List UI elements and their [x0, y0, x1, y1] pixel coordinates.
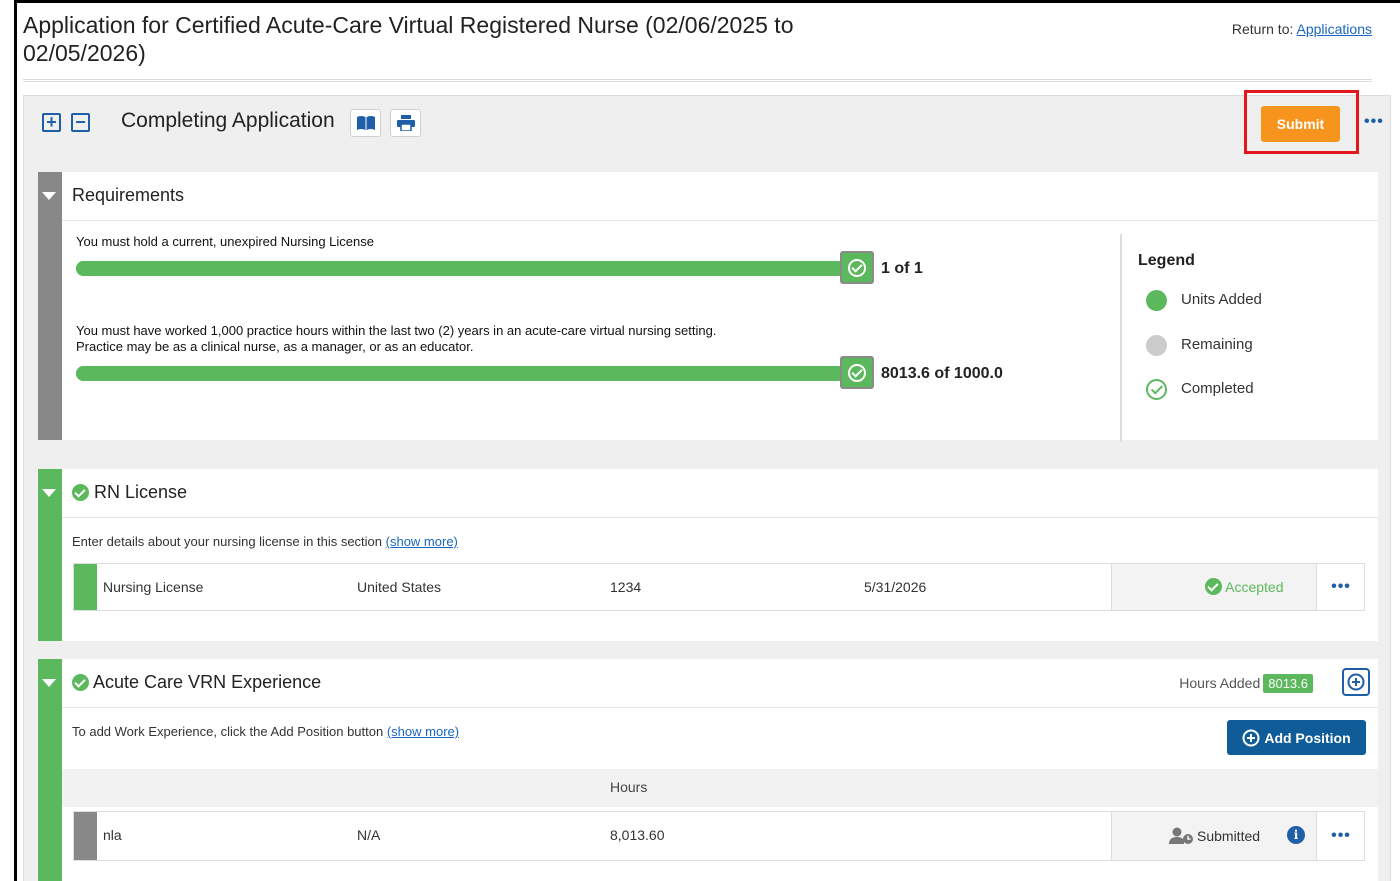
progress-bar: [76, 261, 846, 276]
more-dots-icon: •••: [1331, 578, 1351, 595]
hours-added-badge: 8013.6: [1263, 674, 1313, 693]
requirement-count: 8013.6 of 1000.0: [881, 365, 1003, 382]
completed-check-icon: [840, 251, 874, 284]
rn-license-title: RN License: [72, 482, 187, 503]
position-location: N/A: [357, 827, 381, 843]
collapse-caret-icon[interactable]: [42, 679, 56, 687]
license-expiration: 5/31/2026: [864, 579, 927, 595]
completing-application-title: Completing Application: [121, 109, 335, 132]
requirements-card: Requirements You must hold a current, un…: [38, 172, 1378, 442]
submit-button[interactable]: Submit: [1261, 106, 1340, 142]
requirement-text: You must have worked 1,000 practice hour…: [76, 323, 717, 354]
add-position-button[interactable]: Add Position: [1227, 720, 1366, 755]
title-divider: [23, 79, 1372, 82]
status-cell: Accepted: [1111, 564, 1316, 610]
license-type: Nursing License: [103, 579, 204, 595]
requirement-count: 1 of 1: [881, 260, 923, 277]
print-icon: [396, 115, 415, 131]
experience-description: To add Work Experience, click the Add Po…: [72, 724, 460, 739]
applications-link[interactable]: Applications: [1297, 21, 1373, 37]
book-button[interactable]: [350, 109, 381, 137]
return-to: Return to: Applications: [1232, 21, 1372, 37]
check-circle-icon: [72, 674, 89, 691]
table-row[interactable]: Nursing License United States 1234 5/31/…: [73, 563, 1365, 611]
add-experience-button[interactable]: [1342, 668, 1370, 696]
row-more-options-button[interactable]: •••: [1316, 564, 1365, 610]
experience-title: Acute Care VRN Experience: [72, 672, 321, 693]
plus-circle-icon: [1242, 729, 1260, 746]
rn-license-card: RN License Enter details about your nurs…: [38, 469, 1378, 641]
hours-added: Hours Added 8013.6: [1179, 674, 1313, 693]
position-hours: 8,013.60: [610, 827, 665, 843]
row-more-options-button[interactable]: •••: [1316, 812, 1365, 860]
main-panel: + − Completing Application Submit ••• Re…: [23, 90, 1391, 881]
application-frame: Application for Certified Acute-Care Vir…: [14, 0, 1400, 881]
more-options-button[interactable]: •••: [1364, 113, 1384, 131]
card-divider: [62, 220, 1378, 221]
legend-label: Units Added: [1181, 291, 1262, 308]
position-name: nla: [103, 827, 122, 843]
check-circle-outline-icon: [1146, 379, 1167, 400]
more-dots-icon: •••: [1331, 827, 1351, 844]
row-status-stripe: [74, 812, 97, 860]
legend-divider: [1120, 234, 1122, 442]
user-pending-icon: [1169, 827, 1193, 844]
legend-label: Remaining: [1181, 336, 1253, 353]
status-badge: Submitted: [1169, 827, 1260, 845]
legend-label: Completed: [1181, 380, 1254, 397]
show-more-link[interactable]: (show more): [386, 534, 458, 549]
hours-header-row: Hours: [62, 769, 1378, 807]
page-title: Application for Certified Acute-Care Vir…: [23, 12, 794, 66]
print-button[interactable]: [390, 109, 421, 137]
gray-dot-icon: [1146, 335, 1167, 356]
check-circle-icon: [72, 484, 89, 501]
plus-circle-icon: [1347, 673, 1365, 691]
rn-license-description: Enter details about your nursing license…: [72, 534, 458, 549]
card-divider: [62, 707, 1378, 708]
legend-title: Legend: [1138, 252, 1195, 269]
green-dot-icon: [1146, 290, 1167, 311]
progress-bar: [76, 366, 846, 381]
collapse-caret-icon[interactable]: [42, 192, 56, 200]
license-number: 1234: [610, 579, 642, 595]
card-divider: [62, 517, 1378, 518]
book-icon: [356, 116, 375, 130]
check-circle-icon: [1205, 578, 1222, 595]
info-icon[interactable]: i: [1287, 826, 1305, 844]
progress-fill: [76, 261, 846, 276]
status-cell: Submitted i: [1111, 812, 1316, 860]
return-to-label: Return to:: [1231, 21, 1294, 37]
progress-fill: [76, 366, 846, 381]
plus-square-icon[interactable]: +: [42, 113, 61, 132]
requirement-text: You must hold a current, unexpired Nursi…: [76, 234, 374, 249]
table-row[interactable]: nla N/A 8,013.60 Submitted i •••: [73, 811, 1365, 861]
status-badge: Accepted: [1205, 578, 1284, 595]
license-country: United States: [357, 579, 442, 595]
requirements-title: Requirements: [72, 185, 185, 205]
minus-square-icon[interactable]: −: [71, 113, 90, 132]
row-status-stripe: [74, 564, 97, 610]
hours-column-header: Hours: [610, 779, 648, 795]
completed-check-icon: [840, 356, 874, 389]
collapse-caret-icon[interactable]: [42, 489, 56, 497]
application-toolbar: + − Completing Application Submit •••: [24, 90, 1390, 158]
experience-card: Acute Care VRN Experience Hours Added 801…: [38, 659, 1378, 881]
show-more-link[interactable]: (show more): [387, 724, 459, 739]
